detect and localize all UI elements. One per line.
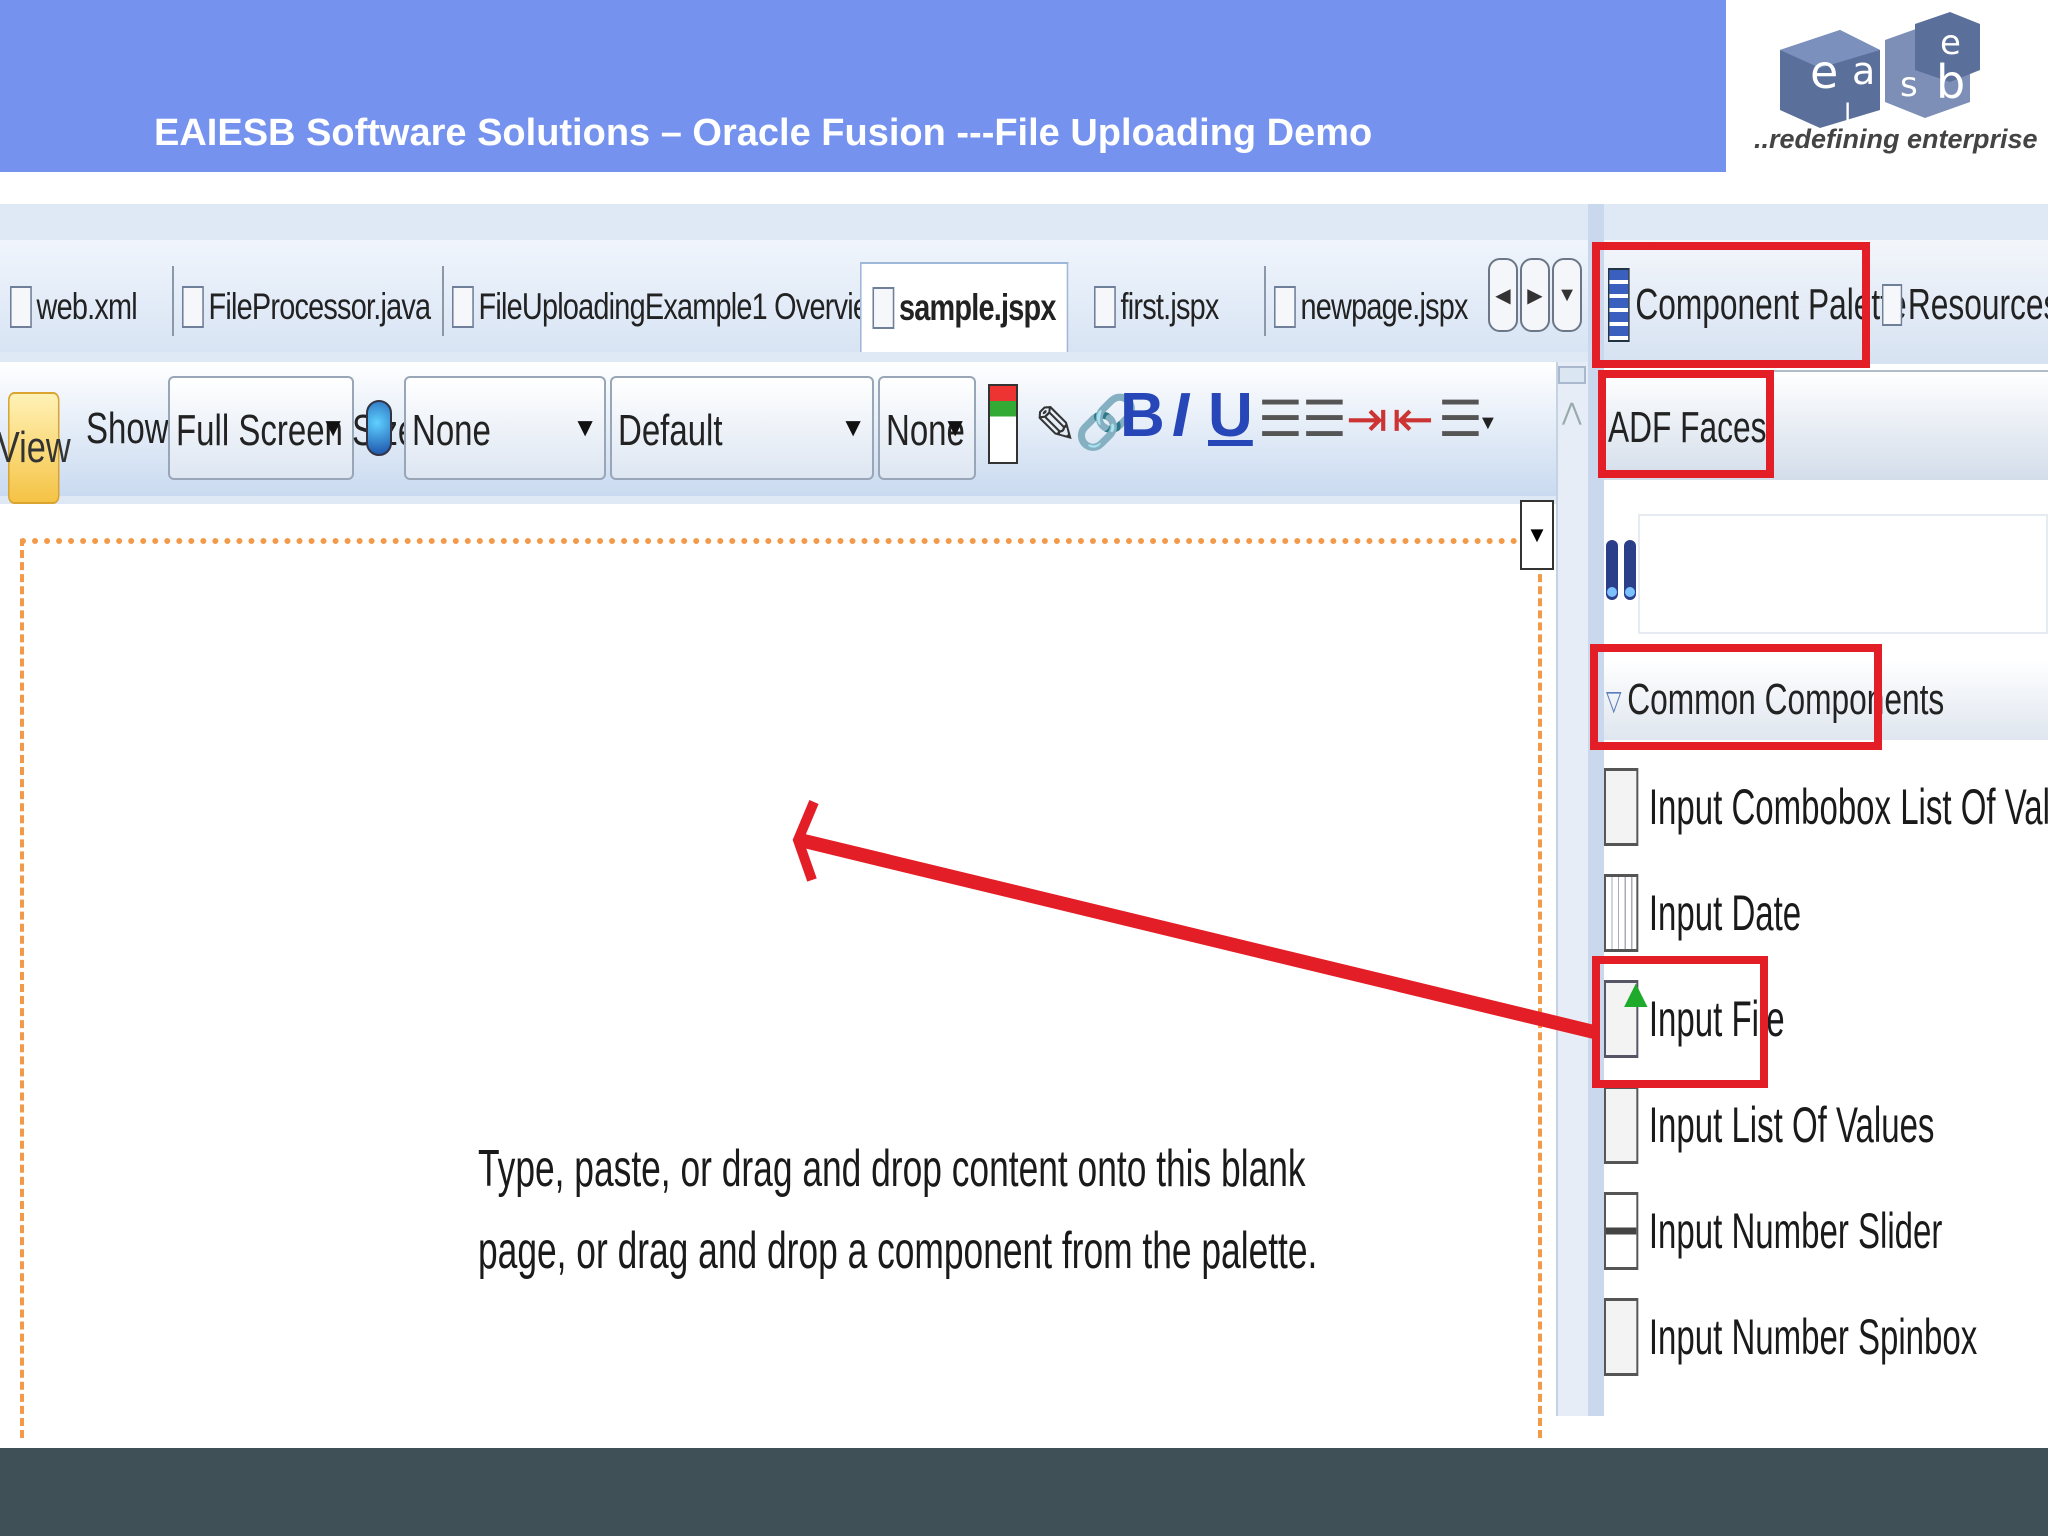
drag-arrow-annotation: [792, 800, 1596, 1039]
slide-footer: [0, 1448, 2048, 1536]
